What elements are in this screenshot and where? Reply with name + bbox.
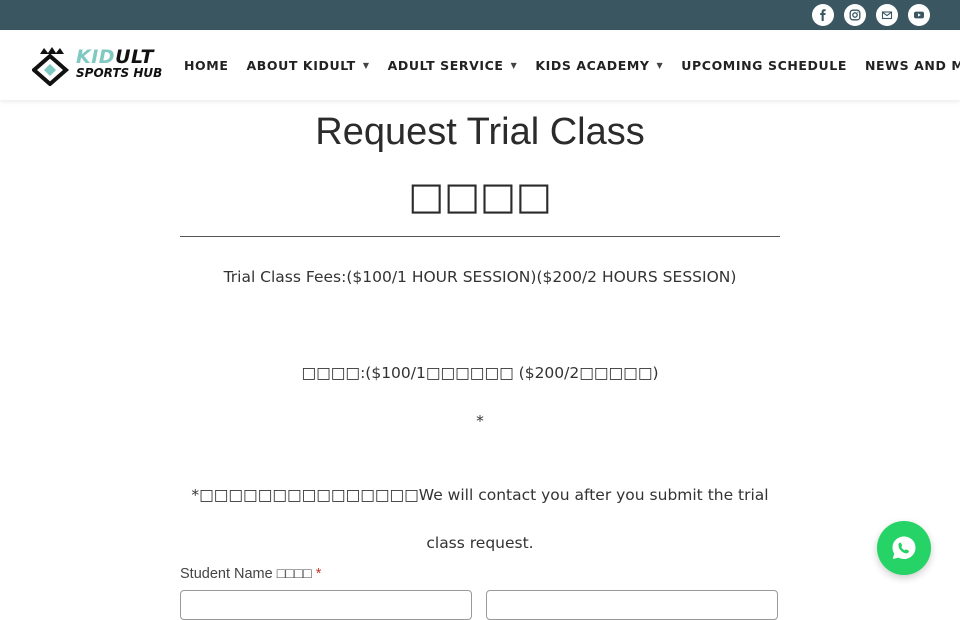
contact-notice: *□□□□□□□□□□□□□□□We will contact you afte…	[191, 486, 769, 552]
asterisk-note: *	[476, 412, 484, 430]
nav-item-about-kidult[interactable]: ABOUT KIDULT ▼	[246, 58, 369, 73]
trial-fees-text-cjk: □□□□:($100/1□□□□□□ ($200/2□□□□□)	[301, 364, 659, 382]
page-title: Request Trial Class	[315, 111, 645, 153]
nav-item-label: KIDS ACADEMY	[535, 57, 650, 73]
nav-item-kids-academy[interactable]: KIDS ACADEMY ▼	[535, 58, 663, 73]
top-social-bar	[0, 0, 960, 30]
required-mark: *	[315, 566, 322, 582]
trial-class-content: Request Trial Class □□□□ Trial Class Fee…	[180, 100, 780, 567]
logo-wordmark: KIDULT	[76, 46, 154, 68]
nav-item-news-and-media[interactable]: NEWS AND MED	[865, 58, 960, 73]
chevron-down-icon: ▼	[656, 60, 664, 70]
student-name-label: Student Name □□□□ *	[180, 566, 321, 582]
nav-item-label: NEWS AND MED	[864, 57, 960, 73]
logo-wordmark-accent: KID	[76, 46, 116, 68]
whatsapp-chat-button[interactable]	[877, 521, 931, 575]
facebook-icon[interactable]	[812, 4, 834, 26]
student-first-name-input[interactable]	[180, 590, 472, 620]
chevron-down-icon: ▼	[362, 60, 370, 70]
nav-item-label: ADULT SERVICE	[387, 57, 504, 73]
nav-item-label: ABOUT KIDULT	[246, 57, 356, 73]
page-title-cjk: □□□□	[408, 174, 552, 218]
nav-item-home[interactable]: HOME	[184, 58, 228, 73]
nav-item-upcoming-schedule[interactable]: UPCOMING SCHEDULE	[681, 58, 847, 73]
nav-item-adult-service[interactable]: ADULT SERVICE ▼	[388, 58, 518, 73]
nav-item-label: HOME	[184, 57, 229, 73]
title-divider	[180, 236, 780, 237]
instagram-icon[interactable]	[844, 4, 866, 26]
email-icon[interactable]	[876, 4, 898, 26]
student-last-name-input[interactable]	[486, 590, 778, 620]
nav-item-label: UPCOMING SCHEDULE	[681, 57, 847, 73]
chevron-down-icon: ▼	[510, 60, 518, 70]
youtube-icon[interactable]	[908, 4, 930, 26]
trial-fees-text: Trial Class Fees:($100/1 HOUR SESSION)($…	[223, 268, 737, 286]
kidult-logo[interactable]: KIDULT SPORTS HUB	[32, 44, 182, 86]
logo-wordmark-rest: ULT	[115, 46, 154, 68]
whatsapp-icon	[892, 536, 916, 559]
main-navbar: KIDULT SPORTS HUB HOME ABOUT KIDULT ▼ AD…	[0, 30, 960, 100]
student-name-label-text: Student Name □□□□	[180, 566, 312, 582]
logo-tagline: SPORTS HUB	[76, 66, 163, 80]
crown-diamond-icon	[32, 47, 70, 86]
primary-nav: HOME ABOUT KIDULT ▼ ADULT SERVICE ▼ KIDS…	[184, 30, 960, 100]
